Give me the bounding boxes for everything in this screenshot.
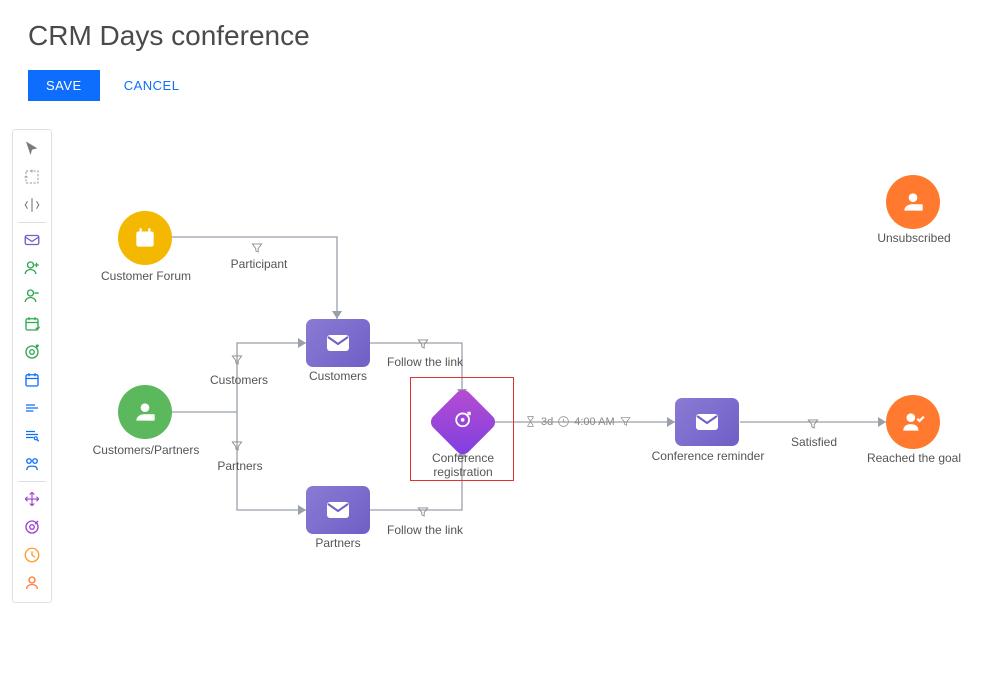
label-customers-email: Customers — [306, 369, 370, 383]
filter-icon[interactable] — [250, 241, 266, 257]
diagram-canvas[interactable]: Customer Forum Participant Customers/Par… — [62, 129, 982, 669]
label-unsubscribed: Unsubscribed — [872, 231, 956, 245]
label-reached-goal: Reached the goal — [864, 451, 964, 465]
label-conference-reminder: Conference reminder — [646, 449, 770, 463]
toolbox — [12, 129, 52, 603]
node-reached-goal[interactable] — [886, 395, 940, 449]
label-follow-link-1: Follow the link — [382, 355, 468, 369]
clock-icon — [557, 415, 570, 428]
feedback-element-icon[interactable] — [16, 423, 48, 449]
filter-icon[interactable] — [806, 417, 822, 433]
filter-icon[interactable] — [230, 353, 246, 369]
filter-icon — [619, 415, 632, 428]
swimlane-tool-icon[interactable] — [16, 192, 48, 218]
node-customers-email[interactable] — [306, 319, 370, 367]
label-customers-partners: Customers/Partners — [84, 443, 208, 457]
node-partners-email[interactable] — [306, 486, 370, 534]
node-customer-forum[interactable] — [118, 211, 172, 265]
remove-audience-element-icon[interactable] — [16, 283, 48, 309]
wait-duration: 3d — [541, 416, 553, 428]
wait-element-icon[interactable] — [16, 542, 48, 568]
split-element-icon[interactable] — [16, 451, 48, 477]
event-element-icon[interactable] — [16, 311, 48, 337]
pointer-tool-icon[interactable] — [16, 136, 48, 162]
wait-time: 4:00 AM — [574, 416, 614, 428]
email-element-icon[interactable] — [16, 227, 48, 253]
move-element-icon[interactable] — [16, 486, 48, 512]
node-unsubscribed[interactable] — [886, 175, 940, 229]
task-element-icon[interactable] — [16, 395, 48, 421]
label-customer-forum: Customer Forum — [96, 269, 196, 283]
save-button[interactable]: SAVE — [28, 70, 100, 101]
label-partners-email: Partners — [306, 536, 370, 550]
wait-indicator[interactable]: 3d 4:00 AM — [524, 415, 632, 428]
exit-element-icon[interactable] — [16, 570, 48, 596]
node-conference-reminder[interactable] — [675, 398, 739, 446]
hourglass-icon — [524, 415, 537, 428]
label-conference-registration: Conference registration — [422, 451, 504, 480]
node-customers-partners[interactable] — [118, 385, 172, 439]
label-participant: Participant — [224, 257, 294, 271]
lasso-tool-icon[interactable] — [16, 164, 48, 190]
landing-page-element-icon[interactable] — [16, 339, 48, 365]
filter-icon[interactable] — [230, 439, 246, 455]
goal-element-icon[interactable] — [16, 514, 48, 540]
add-audience-element-icon[interactable] — [16, 255, 48, 281]
label-customers-branch: Customers — [204, 373, 274, 387]
label-satisfied: Satisfied — [786, 435, 842, 449]
timer-element-icon[interactable] — [16, 367, 48, 393]
label-follow-link-2: Follow the link — [382, 523, 468, 537]
page-title: CRM Days conference — [28, 20, 956, 52]
filter-icon[interactable] — [416, 505, 432, 521]
cancel-button[interactable]: CANCEL — [124, 78, 180, 93]
filter-icon[interactable] — [416, 337, 432, 353]
label-partners-branch: Partners — [210, 459, 270, 473]
